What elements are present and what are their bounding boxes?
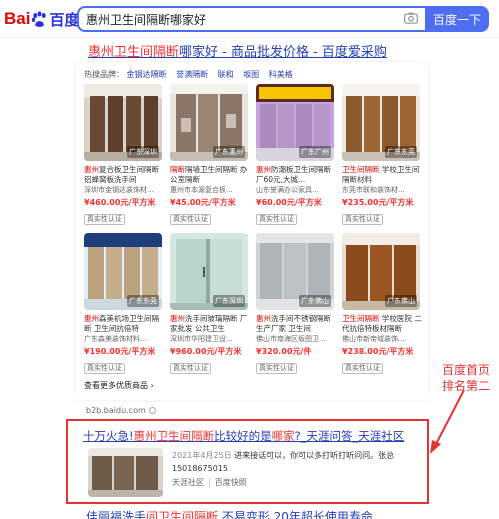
product-item[interactable]: 广东东莞 卫生间隔断 学校卫生间隔断材料 东莞市联和装饰材... ¥235.00… [342, 84, 422, 226]
source-name[interactable]: 天涯社区 [172, 478, 204, 487]
hot-brands-label: 热搜品牌： [84, 70, 124, 79]
result1-url[interactable]: b2b.baidu.com [86, 406, 156, 415]
product-seller: 广东森美装饰材料... [84, 335, 147, 343]
product-location: 广东广州 [299, 146, 331, 158]
product-seller: 佛山市新帝域装饰... [342, 335, 405, 343]
verified-badge: 真实性认证 [342, 214, 383, 225]
result1-title-link[interactable]: 惠州卫生间隔断哪家好 - 商品批发价格 - 百度爱采购 [88, 41, 387, 60]
product-image[interactable]: 广东东莞 [342, 84, 420, 161]
product-image[interactable]: 广东深圳 [170, 233, 248, 310]
product-item[interactable]: 广东佛山 卫生间隔断 学校医院 二代抗倍特板材隔断 佛山市新帝域装饰... ¥2… [342, 233, 422, 375]
product-image[interactable]: 广东深圳 [84, 84, 162, 161]
product-location: 广东东莞 [127, 295, 159, 307]
result2-highlight-box: 十万火急!惠州卫生间隔断比较好的是哪家?_天涯问答_天涯社区 2021年4月25… [66, 419, 429, 504]
annotation-arrow-icon [430, 389, 465, 454]
result2-title-link[interactable]: 十万火急!惠州卫生间隔断比较好的是哪家?_天涯问答_天涯社区 [83, 428, 404, 444]
product-item[interactable]: 广东东莞 惠州森美机场卫生间隔断 卫生间抗倍特 广东森美装饰材料... ¥190… [84, 233, 164, 375]
product-location: 广东深圳 [213, 295, 245, 307]
product-seller: 惠州市本源复合板... [170, 186, 233, 194]
product-location: 广东佛山 [299, 295, 331, 307]
product-item[interactable]: 广东深圳 惠州洗手间玻璃隔断 厂家批发 公共卫生 深圳市华阳建卫设... ¥96… [170, 233, 250, 375]
product-name[interactable]: 惠州洗手间玻璃隔断 厂家批发 公共卫生 [170, 314, 250, 334]
hot-brand-tag[interactable]: 联和 [218, 70, 234, 79]
verified-badge: 真实性认证 [256, 214, 297, 225]
search-button[interactable]: 百度一下 [425, 6, 489, 32]
product-seller: 东莞市联和装饰材... [342, 186, 405, 194]
product-name[interactable]: 卫生间隔断 学校医院 二代抗倍特板材隔断 [342, 314, 422, 334]
result1-title-highlight: 惠州卫生间隔断 [88, 45, 180, 60]
product-item[interactable]: 广东惠州 隔断隔墙卫生间隔断 办公室隔断 惠州市本源复合板... ¥45.00元… [170, 84, 250, 226]
product-card-panel: 热搜品牌： 金钢达隔断 誉满隔断 联和 坂图 科美格 广东深圳 惠州复合板卫生间… [76, 62, 428, 400]
product-price: ¥960.00元/平方米 [170, 347, 242, 356]
product-item[interactable]: 广东佛山 惠州洗手间不锈钢隔断 生产厂家 卫生间 佛山市南海区坂图卫... ¥3… [256, 233, 336, 375]
product-seller: 深圳市华阳建卫设... [170, 335, 233, 343]
hot-brand-tag[interactable]: 坂图 [243, 70, 259, 79]
info-icon[interactable] [148, 407, 156, 414]
top-search-bar: Bai 百度 惠州卫生间隔断哪家好 百度一下 [0, 0, 499, 38]
product-name[interactable]: 惠州森美机场卫生间隔断 卫生间抗倍特 [84, 314, 164, 334]
product-seller: 深圳市金钢达装饰材... [84, 186, 154, 194]
product-price: ¥320.00元/件 [256, 347, 312, 356]
product-price: ¥45.00元/平方米 [170, 198, 236, 207]
hot-brand-tag[interactable]: 科美格 [269, 70, 293, 79]
product-image[interactable]: 广东佛山 [256, 233, 334, 310]
verified-badge: 真实性认证 [84, 363, 125, 374]
verified-badge: 真实性认证 [170, 363, 211, 374]
product-price: ¥235.00元/平方米 [342, 198, 414, 207]
result2-source-row: 天涯社区 | 百度快照 [172, 478, 247, 487]
hot-brand-tag[interactable]: 金钢达隔断 [127, 70, 167, 79]
hot-brands-row: 热搜品牌： 金钢达隔断 誉满隔断 联和 坂图 科美格 [84, 69, 300, 80]
product-image[interactable]: 广东东莞 [84, 233, 162, 310]
result1-title-rest: 哪家好 - 商品批发价格 - 百度爱采购 [179, 45, 387, 60]
logo-text-du: 百度 [49, 10, 80, 29]
paw-icon [32, 11, 47, 27]
product-item[interactable]: 广东深圳 惠州复合板卫生间隔断 铝蜂窝板洗手间 深圳市金钢达装饰材... ¥46… [84, 84, 164, 226]
product-location: 广东惠州 [213, 146, 245, 158]
result2-thumbnail[interactable] [88, 448, 163, 497]
verified-badge: 真实性认证 [84, 214, 125, 225]
product-name[interactable]: 隔断隔墙卫生间隔断 办公室隔断 [170, 165, 250, 185]
result2-snippet: 2021年4月25日 进来接话可以，你可以多打听打听问问。张总150186750… [172, 451, 395, 473]
search-input-box[interactable]: 惠州卫生间隔断哪家好 [77, 6, 425, 32]
logo-text-bai: Bai [4, 9, 31, 28]
verified-badge: 真实性认证 [170, 214, 211, 225]
camera-icon[interactable] [404, 12, 418, 24]
product-image[interactable]: 广东惠州 [170, 84, 248, 161]
product-location: 广东东莞 [385, 146, 417, 158]
verified-badge: 真实性认证 [342, 363, 383, 374]
result3-title-link[interactable]: 佳丽福洗手间卫生间隔断 不易变形 20年超长使用寿命 [86, 508, 373, 519]
product-name[interactable]: 惠州防潮板卫生间隔断 厂60元,大城... [256, 165, 336, 185]
product-price: ¥60.00元/平方米 [256, 198, 322, 207]
product-seller: 山东誉满办公家具... [256, 186, 319, 194]
product-name[interactable]: 卫生间隔断 学校卫生间隔断材料 [342, 165, 422, 185]
product-location: 广东佛山 [385, 295, 417, 307]
product-price: ¥460.00元/平方米 [84, 198, 156, 207]
hot-brand-tag[interactable]: 誉满隔断 [176, 70, 208, 79]
product-price: ¥238.00元/平方米 [342, 347, 414, 356]
product-location: 广东深圳 [127, 146, 159, 158]
baidu-logo[interactable]: Bai 百度 [4, 8, 79, 30]
product-image[interactable]: 广东广州 [256, 84, 334, 161]
product-price: ¥190.00元/平方米 [84, 347, 156, 356]
snapshot-link[interactable]: 百度快照 [215, 478, 247, 487]
more-products-link[interactable]: 查看更多优质商品 › [84, 380, 154, 391]
product-item[interactable]: 广东广州 惠州防潮板卫生间隔断 厂60元,大城... 山东誉满办公家具... ¥… [256, 84, 336, 226]
product-seller: 佛山市南海区坂图卫... [256, 335, 326, 343]
verified-badge: 真实性认证 [256, 363, 297, 374]
product-name[interactable]: 惠州洗手间不锈钢隔断 生产厂家 卫生间 [256, 314, 336, 334]
product-name[interactable]: 惠州复合板卫生间隔断 铝蜂窝板洗手间 [84, 165, 164, 185]
product-image[interactable]: 广东佛山 [342, 233, 420, 310]
search-input[interactable]: 惠州卫生间隔断哪家好 [86, 11, 206, 28]
